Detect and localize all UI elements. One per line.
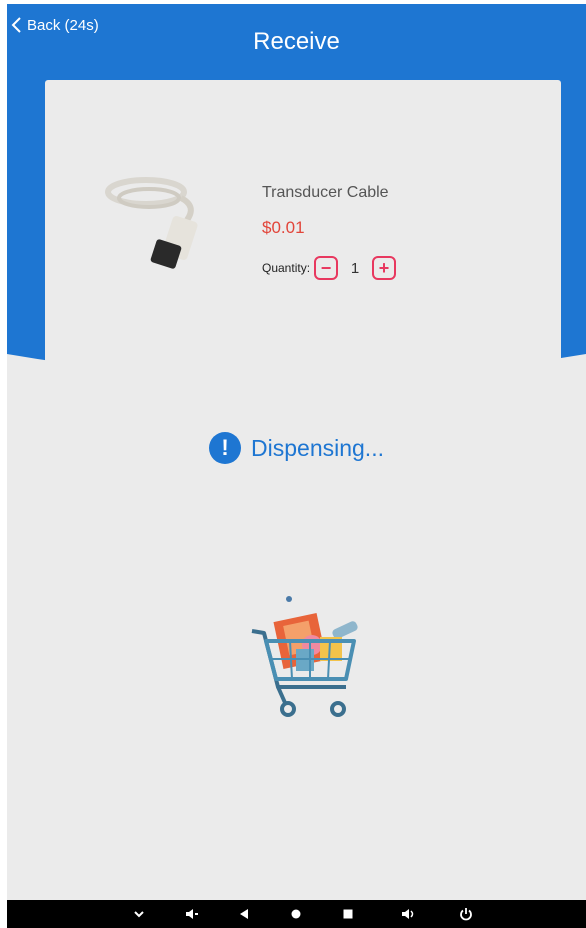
power-icon[interactable]	[458, 906, 474, 922]
decrease-quantity-button[interactable]: −	[314, 256, 339, 280]
page-title: Receive	[253, 28, 340, 55]
dispensing-status: ! Dispensing...	[7, 432, 586, 464]
increase-quantity-button[interactable]: +	[372, 256, 397, 280]
info-alert-icon: !	[209, 432, 242, 464]
loading-dot	[286, 596, 292, 602]
product-price: $0.01	[262, 218, 305, 237]
status-text: Dispensing...	[251, 434, 384, 461]
quantity-value: 1	[350, 259, 360, 277]
recents-icon[interactable]	[340, 906, 356, 922]
product-image	[105, 177, 198, 269]
system-navigation-bar	[7, 900, 586, 928]
home-icon[interactable]	[288, 906, 304, 922]
quantity-stepper: Quantity: − 1 +	[262, 256, 397, 280]
chevron-down-icon[interactable]	[131, 906, 147, 922]
app-screen: Back (24s) Receive Transducer Cable $0.0…	[7, 4, 586, 900]
plus-icon: +	[378, 258, 390, 278]
minus-icon: −	[320, 258, 332, 278]
product-card: Transducer Cable $0.01 Quantity: − 1 +	[45, 80, 561, 380]
shopping-cart-illustration	[251, 612, 358, 717]
back-icon[interactable]	[236, 906, 252, 922]
volume-up-icon[interactable]	[401, 906, 417, 922]
quantity-label: Quantity:	[262, 261, 311, 275]
product-name: Transducer Cable	[262, 184, 389, 201]
volume-down-icon[interactable]	[183, 906, 199, 922]
